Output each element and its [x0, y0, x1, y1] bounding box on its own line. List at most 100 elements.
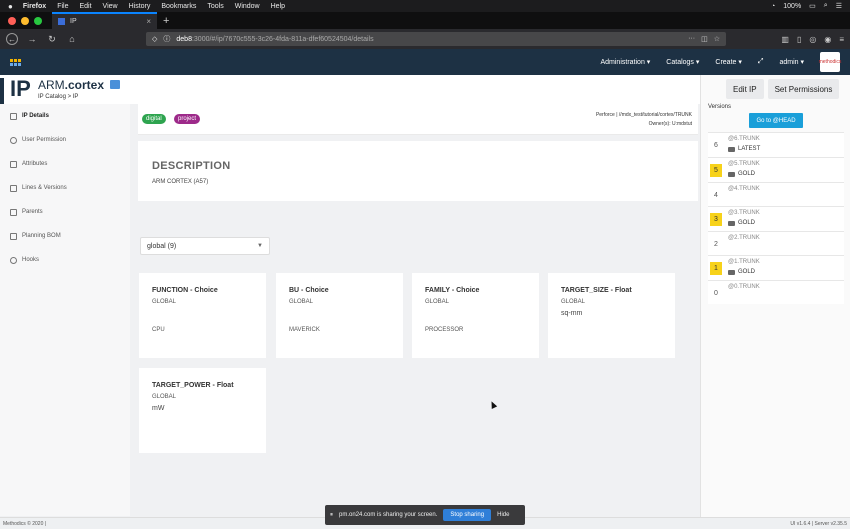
mouse-cursor-icon [488, 400, 498, 409]
tag-bar: digital project Perforce | //mdx_test/tu… [138, 104, 698, 135]
hide-button[interactable]: Hide [497, 512, 509, 518]
menu-bookmarks[interactable]: Bookmarks [161, 3, 196, 10]
version-label[interactable]: @0.TRUNK [728, 284, 760, 290]
sidebar-toggle-icon[interactable]: ▯ [797, 35, 801, 44]
bookmark-star-icon[interactable]: ☆ [714, 35, 720, 43]
menu-file[interactable]: File [57, 3, 68, 10]
version-row[interactable]: 2 @2.TRUNK [708, 231, 844, 255]
browser-tab[interactable]: IP × [52, 12, 157, 29]
chevron-down-icon: ▼ [257, 243, 263, 249]
stop-sharing-button[interactable]: Stop sharing [443, 509, 492, 521]
versions-panel: Edit IP Set Permissions Versions Go to @… [700, 75, 850, 520]
tag-icon [728, 146, 735, 152]
tag-project[interactable]: project [174, 114, 201, 124]
shield-icon[interactable]: ◇ [152, 35, 157, 43]
app-logo-icon[interactable] [10, 58, 21, 66]
sidebar-item-planning-bom[interactable]: Planning BOM [0, 224, 130, 248]
version-row[interactable]: 4 @4.TRUNK [708, 182, 844, 206]
perforce-info: Perforce | //mdx_test/tutorial/cortex/TR… [596, 111, 692, 129]
sidebar-item-attributes[interactable]: Attributes [0, 152, 130, 176]
search-icon[interactable]: ⌕ [824, 2, 828, 10]
version-label[interactable]: @4.TRUNK [728, 186, 760, 192]
tag-icon [728, 269, 735, 275]
version-label[interactable]: @3.TRUNK [728, 210, 760, 216]
back-icon[interactable]: ← [6, 33, 18, 45]
site-info-icon[interactable]: ⓘ [163, 34, 170, 44]
breadcrumb[interactable]: IP Catalog > IP [38, 94, 78, 100]
browser-nav-bar: ← → ↻ ⌂ ◇ ⓘ deb8:3000/#/ip/7670c555-3c26… [0, 29, 850, 49]
reload-icon[interactable]: ↻ [46, 33, 58, 45]
battery-icon[interactable]: ▭ [809, 2, 816, 10]
user-menu[interactable]: admin ▾ [779, 58, 804, 66]
version-label[interactable]: @2.TRUNK [728, 235, 760, 241]
tab-title: IP [70, 18, 77, 25]
hamburger-menu-icon[interactable]: ≡ [839, 35, 844, 44]
title-accent [0, 78, 4, 104]
close-window-icon[interactable] [8, 16, 16, 25]
minimize-window-icon[interactable] [21, 16, 29, 25]
screenshot-icon[interactable]: ◎ [809, 35, 816, 44]
close-tab-icon[interactable]: × [146, 17, 151, 26]
url-host: deb8 [176, 35, 192, 43]
zoom-window-icon[interactable] [34, 16, 42, 25]
tag-icon [728, 220, 735, 226]
library-icon[interactable]: ▥ [781, 35, 789, 44]
ip-title-area: IP ARM.cortex IP Catalog > IP [0, 75, 700, 104]
sidebar-item-user-permission[interactable]: User Permission [0, 128, 130, 152]
version-row[interactable]: 5 @5.TRUNK GOLD [708, 157, 844, 182]
home-icon[interactable]: ⌂ [66, 33, 78, 45]
sidebar-item-ip-details[interactable]: IP Details [0, 104, 130, 128]
footer-version: UI v1.6.4 | Server v2.35.5 [790, 520, 847, 527]
sidebar-item-hooks[interactable]: Hooks [0, 248, 130, 272]
menu-history[interactable]: History [129, 3, 151, 10]
edit-name-icon[interactable] [110, 80, 120, 89]
administration-menu[interactable]: Administration ▾ [600, 58, 650, 66]
menu-view[interactable]: View [103, 3, 118, 10]
tag-digital[interactable]: digital [142, 114, 166, 124]
chat-icon [10, 160, 17, 168]
pause-icon: ⏸ [330, 511, 334, 518]
attribute-card-family: FAMILY - Choice GLOBAL PROCESSOR [412, 273, 539, 358]
user-icon [10, 136, 17, 144]
version-row[interactable]: 3 @3.TRUNK GOLD [708, 206, 844, 231]
menu-window[interactable]: Window [235, 3, 260, 10]
apple-icon[interactable]: ● [8, 2, 13, 11]
create-menu[interactable]: Create ▾ [715, 58, 741, 66]
version-row[interactable]: 0 @0.TRUNK [708, 280, 844, 304]
description-heading: DESCRIPTION [152, 160, 231, 172]
go-to-head-button[interactable]: Go to @HEAD [749, 113, 803, 128]
sidebar: IP Details User Permission Attributes Li… [0, 104, 130, 516]
version-label[interactable]: @1.TRUNK [728, 259, 760, 265]
avatar[interactable]: methodics [819, 52, 841, 72]
new-tab-icon[interactable]: + [163, 15, 169, 27]
version-label[interactable]: @5.TRUNK [728, 161, 760, 167]
sidebar-item-parents[interactable]: Parents [0, 200, 130, 224]
version-number: 3 [710, 213, 722, 226]
version-label[interactable]: @6.TRUNK [728, 136, 760, 142]
versions-list: 6 @6.TRUNK LATEST 5 @5.TRUNK GOLD 4 @4.T… [708, 132, 844, 304]
version-number: 6 [714, 142, 718, 149]
pocket-icon[interactable]: ◫ [701, 35, 708, 43]
set-permissions-button[interactable]: Set Permissions [767, 79, 840, 99]
menu-help[interactable]: Help [271, 3, 285, 10]
page-actions-icon[interactable]: ··· [688, 35, 695, 43]
wifi-icon[interactable]: ◔ [771, 3, 775, 10]
control-center-icon[interactable]: ☰ [836, 2, 842, 10]
version-row[interactable]: 1 @1.TRUNK GOLD [708, 255, 844, 280]
hand-icon [10, 256, 17, 264]
menu-edit[interactable]: Edit [79, 3, 91, 10]
menu-tools[interactable]: Tools [207, 3, 223, 10]
ip-name: ARM.cortex [38, 78, 105, 92]
sidebar-item-lines-versions[interactable]: Lines & Versions [0, 176, 130, 200]
expand-icon[interactable]: ⤢ [758, 58, 764, 66]
share-message: pm.on24.com is sharing your screen. [339, 512, 438, 518]
edit-ip-button[interactable]: Edit IP [726, 79, 764, 99]
attribute-scope-select[interactable]: global (9) ▼ [140, 237, 270, 255]
version-tag: GOLD [728, 171, 755, 177]
catalogs-menu[interactable]: Catalogs ▾ [666, 58, 699, 66]
extension-icon[interactable]: ◉ [824, 35, 831, 44]
forward-icon[interactable]: → [26, 33, 38, 45]
version-row[interactable]: 6 @6.TRUNK LATEST [708, 132, 844, 157]
url-bar[interactable]: ◇ ⓘ deb8:3000/#/ip/7670c555-3c26-4fda-81… [146, 32, 726, 46]
menu-firefox[interactable]: Firefox [23, 3, 46, 10]
